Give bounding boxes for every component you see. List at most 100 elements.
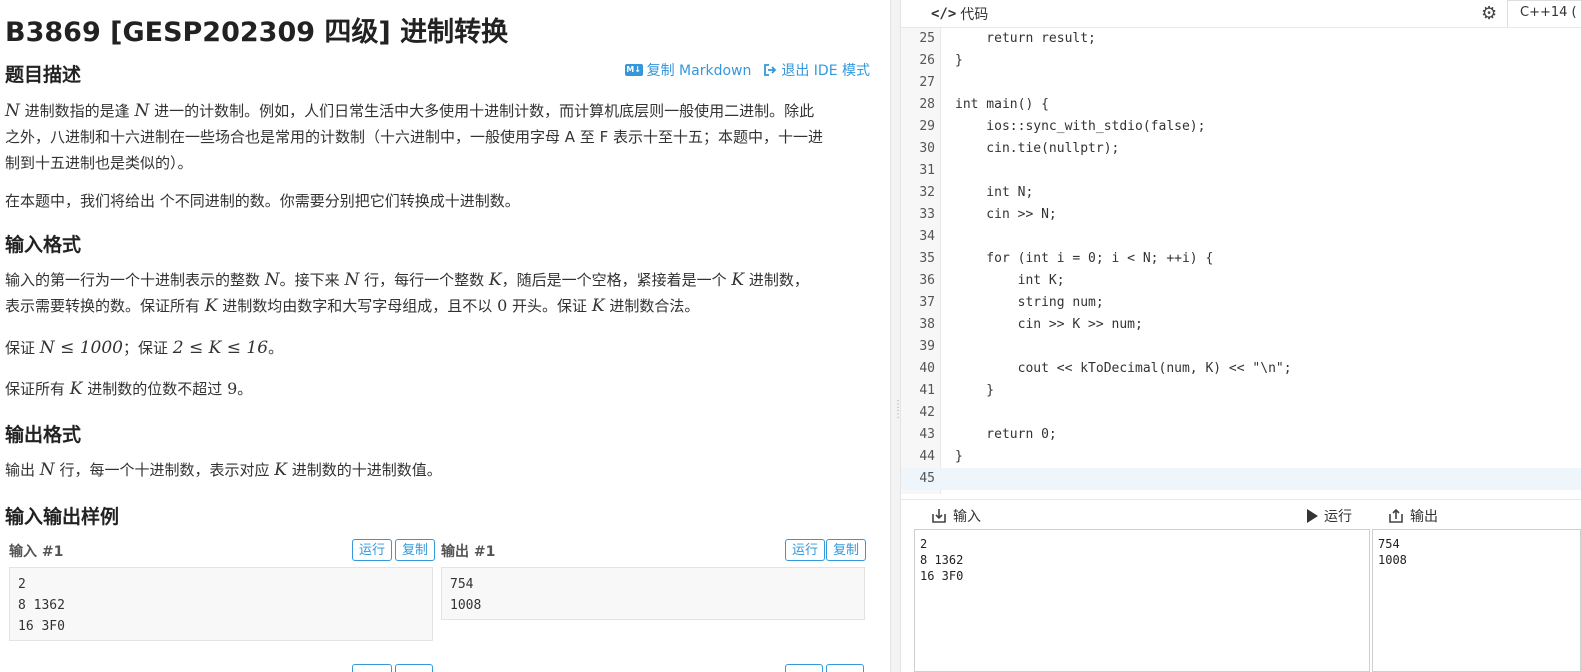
problem-pane: B3869 [GESP202309 四级] 进制转换 题目描述 M↓ 复制 Ma… xyxy=(0,0,890,672)
code-line[interactable]: 44} xyxy=(901,446,1581,468)
input-text: 行，每行一个整数 xyxy=(364,271,485,289)
code-line[interactable]: 30 cin.tie(nullptr); xyxy=(901,138,1581,160)
code-tab[interactable]: </> 代码 xyxy=(931,4,988,24)
input-line: 8 1362 xyxy=(920,553,964,567)
sample-output-copy-button[interactable]: 复制 xyxy=(826,539,867,561)
description-heading: 题目描述 xyxy=(5,64,82,86)
input-text: 进制数， xyxy=(748,271,809,289)
sample-output-label: 输出 #1 xyxy=(441,544,496,560)
line-number: 40 xyxy=(919,361,935,376)
sample-2-copy-button[interactable] xyxy=(395,664,433,672)
line-number: 34 xyxy=(919,229,935,244)
language-select[interactable]: C++14 ( xyxy=(1507,0,1581,27)
input-line: 2 xyxy=(920,537,928,551)
code-line[interactable]: 34 xyxy=(901,226,1581,248)
line-number: 38 xyxy=(919,317,935,332)
exit-ide-label: 退出 IDE 模式 xyxy=(781,63,870,79)
input-text: ，随后是一个空格，紧接着是一个 xyxy=(501,271,727,289)
constraint-text: 进制数的位数不超过 xyxy=(87,380,223,398)
line-number: 26 xyxy=(919,53,935,68)
line-number: 37 xyxy=(919,295,935,310)
output-line: 754 xyxy=(1378,537,1400,551)
ide-header: </> 代码 ⚙ C++14 ( xyxy=(901,0,1581,28)
code-line[interactable]: 41 } xyxy=(901,380,1581,402)
exit-ide-link[interactable]: 退出 IDE 模式 xyxy=(763,60,870,80)
code-text: return result; xyxy=(955,31,1096,46)
sample-input-label: 输入 #1 xyxy=(9,544,64,560)
math-k-range: 2 ≤ K ≤ 16 xyxy=(172,338,269,358)
copy-markdown-link[interactable]: M↓ 复制 Markdown xyxy=(624,60,751,80)
download-icon xyxy=(932,509,946,523)
code-text: return 0; xyxy=(955,427,1057,442)
output-display: 754 1008 xyxy=(1372,529,1581,672)
code-text: for (int i = 0; i < N; ++i) { xyxy=(955,251,1214,266)
code-line[interactable]: 40 cout << kToDecimal(num, K) << "\n"; xyxy=(901,358,1581,380)
code-line[interactable]: 28 int main() { xyxy=(901,94,1581,116)
sample-2-run-button[interactable] xyxy=(352,664,392,672)
sample-2-output-run-button[interactable] xyxy=(785,664,823,672)
sample-input-copy-button[interactable]: 复制 xyxy=(395,539,436,561)
input-text: 进制数合法。 xyxy=(609,297,700,315)
output-format-paragraph: 输出 N 行，每一个十进制数，表示对应 K 进制数的十进制数值。 xyxy=(5,457,870,483)
code-text: ios::sync_with_stdio(false); xyxy=(955,119,1206,134)
code-line[interactable]: 31 xyxy=(901,160,1581,182)
math-n: N xyxy=(264,270,280,290)
sample-2-output-copy-button[interactable] xyxy=(826,664,864,672)
line-number: 25 xyxy=(919,31,935,46)
code-line[interactable]: 29 ios::sync_with_stdio(false); xyxy=(901,116,1581,138)
problem-actions: M↓ 复制 Markdown 退出 IDE 模式 xyxy=(624,60,870,80)
code-line[interactable]: 32 int N; xyxy=(901,182,1581,204)
code-line[interactable]: 38 cin >> K >> num; xyxy=(901,314,1581,336)
code-text: int K; xyxy=(955,273,1065,288)
code-line[interactable]: 42 xyxy=(901,402,1581,424)
sample-input-run-button[interactable]: 运行 xyxy=(352,539,393,561)
gear-icon[interactable]: ⚙ xyxy=(1481,3,1497,24)
code-line[interactable]: 33 cin >> N; xyxy=(901,204,1581,226)
code-editor[interactable]: 25 return result; 26} 27 28 int main() {29 i… xyxy=(901,28,1581,494)
code-text: int main() { xyxy=(955,97,1049,112)
custom-input-textarea[interactable]: 2 8 1362 16 3F0 xyxy=(914,529,1370,672)
sample-output-line: 754 xyxy=(450,577,474,592)
line-number: 28 xyxy=(919,97,935,112)
desc-text: 进制数指的是逢 xyxy=(24,102,130,120)
line-number: 43 xyxy=(919,427,935,442)
code-line[interactable]: 25 return result; xyxy=(901,28,1581,50)
sample-input-box: 2 8 1362 16 3F0 xyxy=(9,567,433,641)
sample-output-run-button[interactable]: 运行 xyxy=(785,539,826,561)
line-number: 39 xyxy=(919,339,935,354)
code-line[interactable]: 39 xyxy=(901,336,1581,358)
code-line[interactable]: 27 xyxy=(901,72,1581,94)
description-paragraph-1: N 进制数指的是逢 N 进一的计数制。例如，人们日常生活中大多使用十进制计数，而… xyxy=(5,98,870,176)
line-number: 33 xyxy=(919,207,935,222)
line-number: 27 xyxy=(919,75,935,90)
code-line[interactable]: 45 xyxy=(901,468,1581,490)
code-line[interactable]: 37 string num; xyxy=(901,292,1581,314)
line-number: 41 xyxy=(919,383,935,398)
input-format-heading: 输入格式 xyxy=(5,234,82,256)
code-line[interactable]: 43 return 0; xyxy=(901,424,1581,446)
code-text: } xyxy=(955,449,963,464)
line-number: 35 xyxy=(919,251,935,266)
constraint-text: 保证所有 xyxy=(5,380,66,398)
output-text: 行，每一个十进制数，表示对应 xyxy=(59,461,270,479)
pane-resizer[interactable]: ⋮ ⋮ xyxy=(890,0,903,672)
math-n: N xyxy=(344,270,360,290)
sample-input-line: 2 xyxy=(18,577,26,592)
line-number: 32 xyxy=(919,185,935,200)
run-button[interactable]: 运行 xyxy=(1307,506,1352,526)
line-number: 30 xyxy=(919,141,935,156)
code-line[interactable]: 35 for (int i = 0; i < N; ++i) { xyxy=(901,248,1581,270)
sample-output-line: 1008 xyxy=(450,598,482,613)
input-text: 表示需要转换的数。保证所有 xyxy=(5,297,201,315)
code-text: cin >> N; xyxy=(955,207,1057,222)
output-tab[interactable]: 输出 xyxy=(1388,506,1438,526)
output-format-heading: 输出格式 xyxy=(5,424,82,446)
input-text: 。接下来 xyxy=(279,271,340,289)
output-text: 输出 xyxy=(5,461,36,479)
code-line[interactable]: 26} xyxy=(901,50,1581,72)
input-tab[interactable]: 输入 xyxy=(931,506,981,526)
line-number: 45 xyxy=(919,471,935,486)
code-text: cin.tie(nullptr); xyxy=(955,141,1120,156)
code-line[interactable]: 36 int K; xyxy=(901,270,1581,292)
math-k: K xyxy=(204,296,218,316)
